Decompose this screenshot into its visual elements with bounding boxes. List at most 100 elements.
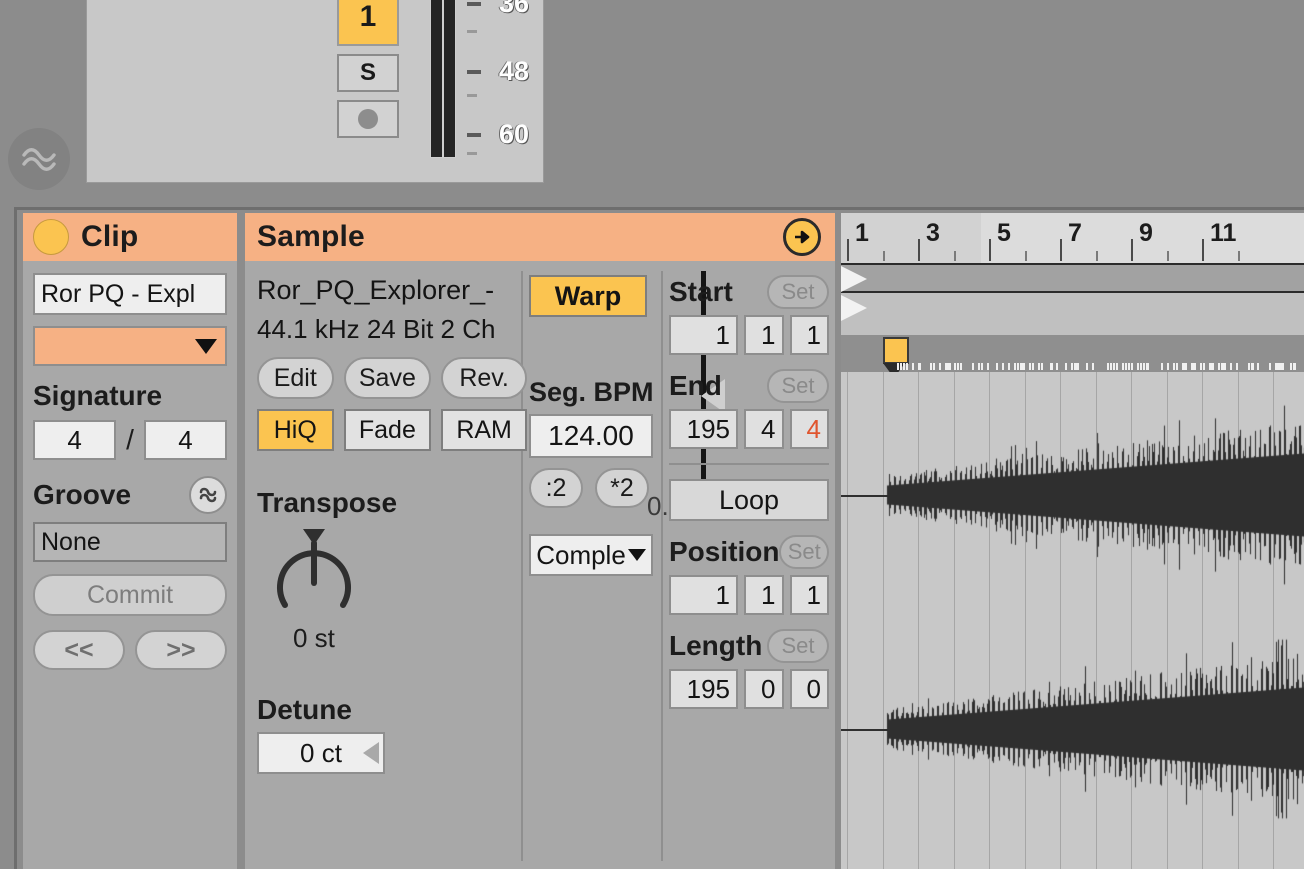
loop-brace-icon[interactable] xyxy=(841,295,867,321)
seg-bpm-label: Seg. BPM xyxy=(529,377,654,407)
start-set-button[interactable]: Set xyxy=(767,275,829,309)
groove-row: Groove xyxy=(33,476,227,514)
timeline-ruler[interactable]: 1 3 5 7 9 11 xyxy=(841,213,1304,263)
loop-brace-bar-lower[interactable] xyxy=(841,293,1304,335)
clip-name-input[interactable]: Ror PQ - Expl xyxy=(33,273,227,315)
ruler-tick-major xyxy=(989,239,991,261)
transient-marker xyxy=(1023,363,1025,370)
meter-tick-minor xyxy=(467,94,477,97)
transient-marker xyxy=(1293,363,1296,370)
sample-panel-title: Sample xyxy=(257,220,365,253)
transient-marker xyxy=(972,363,974,370)
track-arm-record-button[interactable] xyxy=(337,100,399,138)
length-beats-input[interactable]: 0 xyxy=(744,669,784,709)
signature-denominator-input[interactable]: 4 xyxy=(143,420,227,460)
position-sixteenths-input[interactable]: 1 xyxy=(789,575,829,615)
track-activator-button[interactable]: 1 xyxy=(337,0,399,46)
length-bars-input[interactable]: 195 xyxy=(669,669,738,709)
transpose-knob[interactable] xyxy=(265,521,375,621)
reverse-button[interactable]: Rev. xyxy=(441,357,527,399)
detune-input[interactable]: 0 ct xyxy=(257,732,385,774)
transient-marker xyxy=(930,363,932,370)
edit-button[interactable]: Edit xyxy=(257,357,334,399)
waveform-display[interactable] xyxy=(841,372,1304,869)
length-row: Length Set xyxy=(669,629,829,663)
ruler-tick-minor xyxy=(953,251,956,261)
end-value-row: 195 4 4 xyxy=(669,409,829,449)
warp-toggle-button[interactable]: Warp xyxy=(529,275,647,317)
transient-marker xyxy=(1224,363,1226,370)
bpm-halve-button[interactable]: :2 xyxy=(529,468,583,508)
end-bars-input[interactable]: 195 xyxy=(669,409,738,449)
transient-marker xyxy=(1092,363,1094,370)
loop-brace-bar-upper[interactable] xyxy=(841,263,1304,293)
meter-scale-label: 60 xyxy=(499,119,530,149)
start-value-row: 1 1 1 xyxy=(669,315,829,355)
clip-color-selector[interactable] xyxy=(33,326,227,366)
ruler-label: 11 xyxy=(1210,219,1237,247)
transient-marker xyxy=(1086,363,1088,370)
end-beats-input[interactable]: 4 xyxy=(744,409,784,449)
transient-marker xyxy=(1125,363,1127,370)
position-set-button[interactable]: Set xyxy=(779,535,829,569)
groove-refresh-icon[interactable] xyxy=(189,476,227,514)
warp-mode-selector[interactable]: Comple xyxy=(529,534,653,576)
transient-marker xyxy=(981,363,983,370)
position-value-row: 1 1 1 xyxy=(669,575,829,615)
sample-panel-header: Sample xyxy=(245,213,835,261)
clip-color-dot-icon[interactable] xyxy=(33,219,69,255)
chevron-down-icon xyxy=(627,549,646,561)
commit-button[interactable]: Commit xyxy=(33,574,227,616)
transient-marker xyxy=(1230,363,1232,370)
save-button[interactable]: Save xyxy=(343,357,432,399)
transient-marker xyxy=(1041,363,1043,370)
length-label: Length xyxy=(669,630,763,661)
position-beats-input[interactable]: 1 xyxy=(744,575,784,615)
transient-marker xyxy=(906,363,908,370)
meter-tick-minor xyxy=(467,30,477,33)
clip-start-marker-icon[interactable] xyxy=(883,337,909,364)
transpose-value: 0 st xyxy=(293,623,335,653)
next-button[interactable]: >> xyxy=(135,630,227,670)
arrow-right-circle-icon[interactable] xyxy=(783,218,821,256)
groove-selector[interactable]: None xyxy=(33,522,227,562)
transient-marker xyxy=(1128,363,1130,370)
start-bars-input[interactable]: 1 xyxy=(669,315,738,355)
bpm-double-button[interactable]: *2 xyxy=(595,468,649,508)
end-row: End Set xyxy=(669,369,829,403)
signature-numerator-input[interactable]: 4 xyxy=(33,420,117,460)
hiq-toggle-button[interactable]: HiQ xyxy=(257,409,334,451)
fade-toggle-button[interactable]: Fade xyxy=(343,409,432,451)
clip-panel: Clip Ror PQ - Expl Signature 4 / 4 Groov… xyxy=(23,213,237,869)
sample-file-name: Ror_PQ_Explorer_- xyxy=(257,275,495,305)
loop-brace-icon[interactable] xyxy=(841,266,867,292)
ruler-label: 7 xyxy=(1068,219,1082,247)
end-sixteenths-input[interactable]: 4 xyxy=(789,409,829,449)
sample-waveform-editor[interactable]: 1 3 5 7 9 11 xyxy=(841,213,1304,869)
length-set-button[interactable]: Set xyxy=(767,629,829,663)
transient-marker xyxy=(996,363,998,370)
transient-marker xyxy=(1290,363,1292,370)
clip-marker-row[interactable] xyxy=(841,335,1304,378)
bpm-multiplier-row: :2 *2 xyxy=(529,468,659,508)
start-sixteenths-input[interactable]: 1 xyxy=(789,315,829,355)
session-view-area: 1 S 36 48 60 xyxy=(0,0,1304,200)
length-sixteenths-input[interactable]: 0 xyxy=(789,669,829,709)
warp-column: Warp Seg. BPM 124.00 :2 *2 Comple xyxy=(529,275,659,576)
transient-marker xyxy=(933,363,935,370)
start-beats-input[interactable]: 1 xyxy=(744,315,784,355)
loop-toggle-button[interactable]: Loop xyxy=(669,479,829,521)
previous-button[interactable]: << xyxy=(33,630,125,670)
transient-marker xyxy=(1014,363,1016,370)
ram-toggle-button[interactable]: RAM xyxy=(441,409,527,451)
waveform-circle-icon xyxy=(8,128,70,190)
track-header: 1 S 36 48 60 xyxy=(86,0,544,183)
track-solo-button[interactable]: S xyxy=(337,54,399,92)
transient-marker xyxy=(948,363,951,370)
end-set-button[interactable]: Set xyxy=(767,369,829,403)
ruler-tick-major xyxy=(1202,239,1204,261)
seg-bpm-input[interactable]: 124.00 xyxy=(529,414,653,458)
position-bars-input[interactable]: 1 xyxy=(669,575,738,615)
ruler-tick-major xyxy=(847,239,849,261)
transient-marker xyxy=(954,363,956,370)
